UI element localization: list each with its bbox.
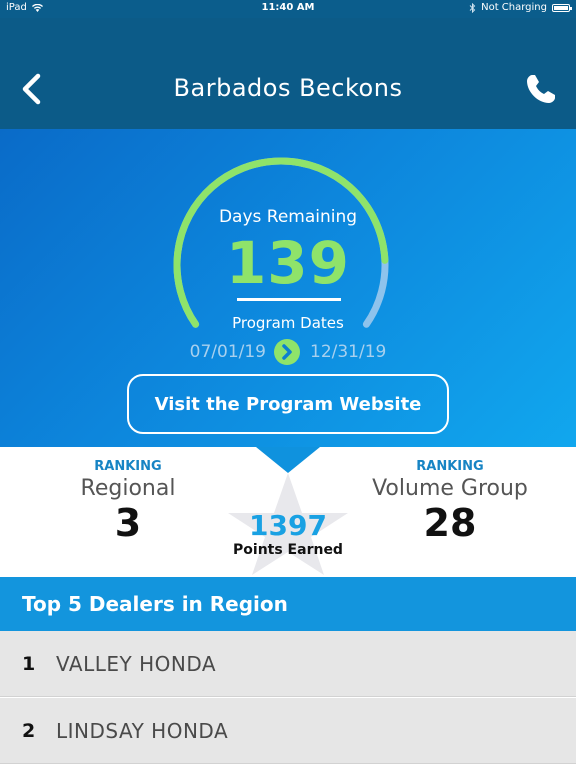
- status-right: Not Charging: [469, 2, 572, 13]
- status-bar: iPad 11:40 AM Not Charging: [0, 0, 576, 18]
- ranking-panel: RANKING Regional 3 RANKING Volume Group …: [0, 447, 576, 577]
- days-remaining-label: Days Remaining: [218, 207, 358, 227]
- call-button[interactable]: [524, 72, 558, 106]
- dealer-name: VALLEY HONDA: [56, 651, 217, 676]
- nav-bar: Barbados Beckons: [0, 18, 576, 129]
- dealer-name: LINDSAY HONDA: [56, 718, 229, 743]
- dealer-row[interactable]: 1 VALLEY HONDA: [0, 631, 576, 697]
- regional-label: Regional: [80, 476, 176, 501]
- battery-icon: [552, 3, 572, 12]
- divider: [237, 298, 341, 301]
- top-dealers-header: Top 5 Dealers in Region: [0, 577, 576, 631]
- program-start-date: 07/01/19: [189, 342, 266, 362]
- bluetooth-icon: [469, 2, 476, 13]
- phone-icon: [527, 75, 555, 103]
- program-hero: Days Remaining 139 Program Dates 07/01/1…: [0, 129, 576, 447]
- volume-group-label: Volume Group: [372, 476, 528, 501]
- dealer-rank: 1: [22, 652, 36, 675]
- program-dates-button[interactable]: [274, 339, 300, 365]
- callout-pointer: [256, 447, 320, 473]
- charging-status: Not Charging: [481, 2, 547, 13]
- visit-program-website-button[interactable]: Visit the Program Website: [127, 374, 449, 434]
- chevron-right-icon: [282, 344, 292, 360]
- page-title: Barbados Beckons: [173, 74, 403, 102]
- program-dates-label: Program Dates: [232, 314, 344, 332]
- ranking-caption: RANKING: [94, 459, 162, 474]
- program-end-date: 12/31/19: [310, 342, 387, 362]
- dealer-rank: 2: [22, 719, 36, 742]
- ranking-caption: RANKING: [416, 459, 484, 474]
- days-remaining-value: 139: [225, 229, 351, 297]
- dealer-row[interactable]: 2 LINDSAY HONDA: [0, 698, 576, 764]
- points-earned-value: 1397: [249, 509, 327, 542]
- points-earned-label: Points Earned: [233, 542, 343, 558]
